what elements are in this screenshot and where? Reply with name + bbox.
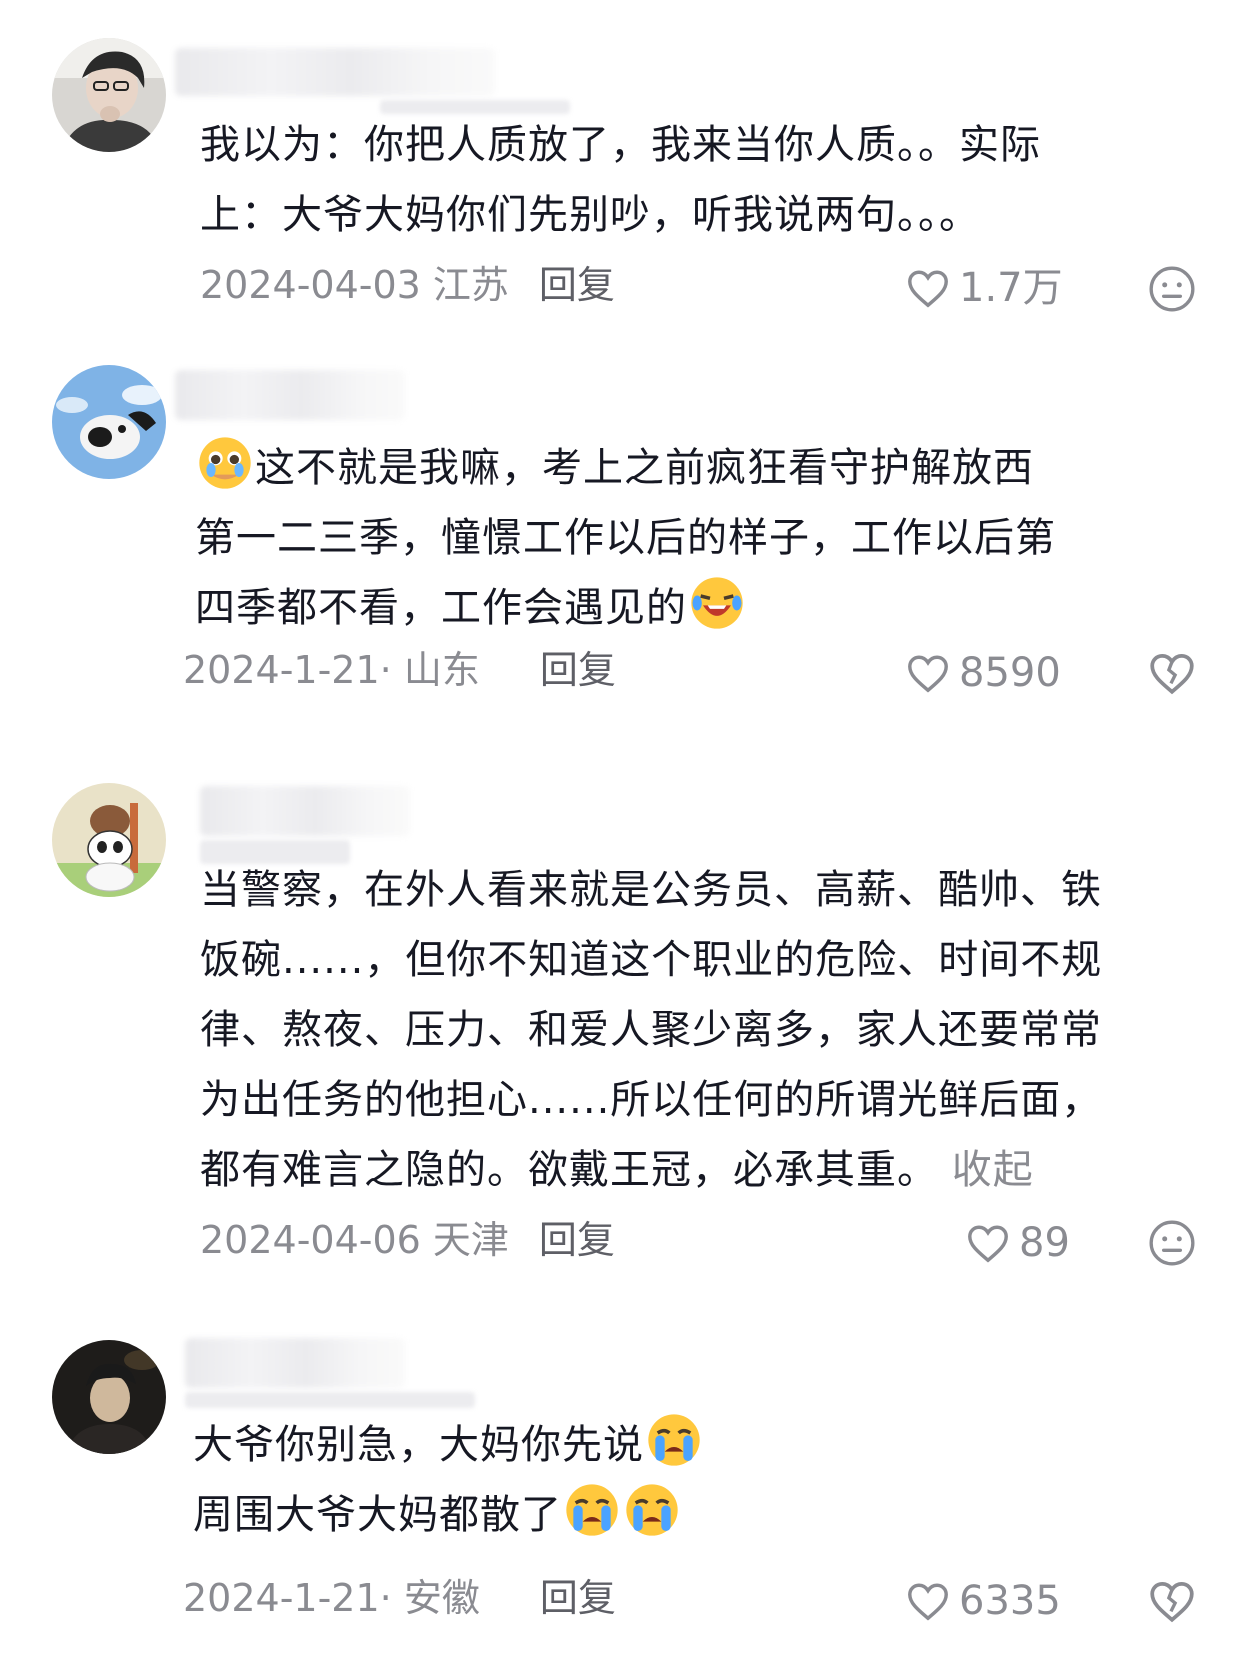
comment-line-text: 四季都不看，工作会遇见的: [195, 585, 687, 631]
comment-meta: 2024-1-21· 山东 回复: [183, 640, 616, 700]
crying-face-emoji: [564, 1482, 620, 1538]
crying-face-emoji: [646, 1412, 702, 1468]
collapse-button[interactable]: 收起: [952, 1147, 1034, 1193]
avatar[interactable]: [52, 365, 166, 479]
comment-line: 上：大爷大妈你们先别吵，听我说两句。。。: [200, 192, 980, 238]
like-button[interactable]: 8590: [905, 643, 1061, 703]
like-count: 89: [1019, 1220, 1070, 1266]
comment-text: 这不就是我嘛，考上之前疯狂看守护解放西 第一二三季，憧憬工作以后的样子，工作以后…: [195, 433, 1056, 643]
comment-meta: 2024-1-21· 安徽 回复: [183, 1568, 616, 1628]
username[interactable]: [185, 1338, 405, 1388]
username-subline: [185, 1392, 475, 1408]
reply-button[interactable]: 回复: [539, 263, 615, 307]
comment-date-location: 2024-04-06 天津: [200, 1218, 509, 1262]
comment-line: 大爷你别急，大妈你先说: [193, 1410, 704, 1480]
username[interactable]: [175, 370, 405, 420]
comment-line: 第一二三季，憧憬工作以后的样子，工作以后第: [195, 515, 1056, 561]
comment-line: 我以为：你把人质放了，我来当你人质。。实际: [200, 122, 1041, 168]
like-button[interactable]: 89: [965, 1213, 1070, 1273]
like-count: 8590: [959, 650, 1061, 696]
comment-meta: 2024-04-06 天津 回复: [200, 1210, 615, 1270]
comment-line: 都有难言之隐的。欲戴王冠，必承其重。 收起: [200, 1135, 1102, 1205]
username[interactable]: [175, 48, 495, 96]
comment-line-text: 都有难言之隐的。欲戴王冠，必承其重。: [200, 1147, 938, 1193]
comment-line: 律、熬夜、压力、和爱人聚少离多，家人还要常常: [200, 1007, 1102, 1053]
comment-line: 四季都不看，工作会遇见的: [195, 573, 1056, 643]
comment-text: 我以为：你把人质放了，我来当你人质。。实际 上：大爷大妈你们先别吵，听我说两句。…: [200, 110, 1041, 250]
crying-face-emoji: [624, 1482, 680, 1538]
comment-text: 大爷你别急，大妈你先说 周围大爷大妈都散了: [193, 1410, 704, 1550]
comment-line: 饭碗......，但你不知道这个职业的危险、时间不规: [200, 937, 1103, 983]
avatar[interactable]: [52, 38, 166, 152]
laughing-crying-emoji: [689, 575, 745, 631]
broken-heart-icon: [1150, 1582, 1194, 1623]
heart-icon: [908, 270, 948, 308]
like-count: 1.7万: [959, 265, 1063, 311]
neutral-face-icon: [1149, 1220, 1195, 1266]
reply-button[interactable]: 回复: [540, 648, 616, 692]
comment-line: 当警察，在外人看来就是公务员、高薪、酷帅、铁: [200, 867, 1102, 913]
like-button[interactable]: 1.7万: [905, 258, 1063, 318]
heart-icon: [968, 1225, 1008, 1263]
dislike-button[interactable]: [1147, 648, 1197, 698]
comment-date-location: 2024-04-03 江苏: [200, 263, 509, 307]
avatar[interactable]: [52, 783, 166, 897]
reply-button[interactable]: 回复: [539, 1218, 615, 1262]
comment-text: 当警察，在外人看来就是公务员、高薪、酷帅、铁 饭碗......，但你不知道这个职…: [200, 855, 1102, 1205]
comment-meta: 2024-04-03 江苏 回复: [200, 255, 615, 315]
comment-line-text: 大爷你别急，大妈你先说: [193, 1422, 644, 1468]
pleading-face-emoji: [197, 435, 253, 491]
dislike-button[interactable]: [1147, 1218, 1197, 1268]
heart-icon: [908, 655, 948, 693]
username[interactable]: [200, 786, 410, 836]
dislike-button[interactable]: [1147, 264, 1197, 314]
comment-date-location: 2024-1-21· 山东: [183, 648, 480, 692]
like-button[interactable]: 6335: [905, 1571, 1061, 1631]
comment-line: 周围大爷大妈都散了: [193, 1480, 704, 1550]
reply-button[interactable]: 回复: [540, 1576, 616, 1620]
comment-line: 为出任务的他担心......所以任何的所谓光鲜后面，: [200, 1077, 1103, 1123]
comment-date-location: 2024-1-21· 安徽: [183, 1576, 480, 1620]
comment-line-text: 周围大爷大妈都散了: [193, 1492, 562, 1538]
avatar[interactable]: [52, 1340, 166, 1454]
comment-line: 这不就是我嘛，考上之前疯狂看守护解放西: [195, 433, 1056, 503]
heart-icon: [908, 1583, 948, 1621]
like-count: 6335: [959, 1578, 1061, 1624]
neutral-face-icon: [1149, 266, 1195, 312]
dislike-button[interactable]: [1147, 1576, 1197, 1626]
broken-heart-icon: [1150, 654, 1194, 695]
comment-line-text: 这不就是我嘛，考上之前疯狂看守护解放西: [255, 445, 1034, 491]
